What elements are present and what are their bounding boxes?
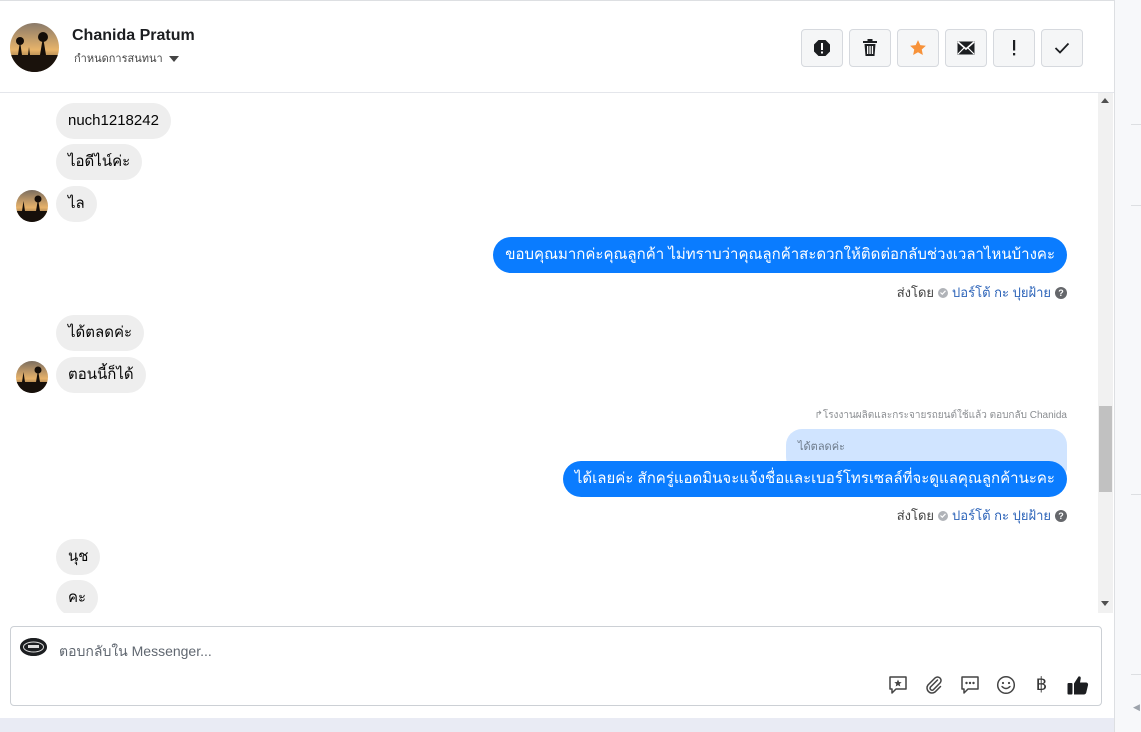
exclamation-icon: [1013, 40, 1016, 56]
assign-label: กำหนดการสนทนา: [74, 53, 163, 65]
caret-down-icon: [168, 56, 179, 63]
like-button[interactable]: [1066, 673, 1089, 696]
reply-context: ↱โรงงานผลิตและกระจายรถยนต์ใช้แล้ว ตอบกลั…: [814, 410, 1067, 421]
contact-name: Chanida Pratum: [72, 27, 195, 44]
incoming-message[interactable]: ตอนนี้ก็ได้: [56, 357, 146, 393]
star-button[interactable]: [897, 29, 939, 67]
check-icon: [1054, 42, 1070, 54]
mark-done-button[interactable]: [1041, 29, 1083, 67]
reply-composer[interactable]: ตอบกลับใน Messenger... ฿: [10, 626, 1102, 706]
report-icon: [814, 40, 830, 56]
incoming-message[interactable]: ไอดีไน์ค่ะ: [56, 144, 143, 180]
quick-reply-button[interactable]: [958, 673, 981, 696]
composer-toolbar: ฿: [886, 673, 1089, 696]
emoji-button[interactable]: [994, 673, 1017, 696]
contact-avatar[interactable]: [10, 23, 59, 72]
help-icon[interactable]: ?: [1055, 286, 1067, 299]
outgoing-message[interactable]: ขอบคุณมากค่ะคุณลูกค้า ไม่ทราบว่าคุณลูกค้…: [493, 237, 1067, 273]
sent-by-label: ส่งโดย: [896, 508, 935, 523]
follow-up-button[interactable]: [993, 29, 1035, 67]
saved-reply-icon: [888, 675, 907, 694]
saved-reply-button[interactable]: [886, 673, 909, 696]
divider: [1131, 494, 1141, 495]
agent-name-link[interactable]: ปอร์โต้ กะ ปุยฝ้าย: [952, 505, 1051, 526]
incoming-message[interactable]: คะ: [56, 580, 99, 613]
header-actions: [801, 29, 1083, 67]
divider: [1131, 205, 1141, 206]
emoji-icon: [996, 675, 1015, 694]
star-icon: [910, 40, 926, 55]
mark-unread-button[interactable]: [945, 29, 987, 67]
report-button[interactable]: [801, 29, 843, 67]
scroll-up-arrow-icon[interactable]: [1101, 98, 1109, 103]
incoming-message[interactable]: นุช: [56, 539, 101, 575]
side-panel-edge: ◀: [1114, 0, 1141, 732]
incoming-message[interactable]: ได้ตลดค่ะ: [56, 315, 145, 351]
chat-bubble-icon: [960, 675, 979, 694]
agent-name-link[interactable]: ปอร์โต้ กะ ปุยฝ้าย: [952, 282, 1051, 303]
payment-button[interactable]: ฿: [1030, 673, 1053, 696]
message-list[interactable]: nuch1218242 ไอดีไน์ค่ะ ไล ขอบคุณมากค่ะคุ…: [0, 93, 1098, 613]
scroll-down-arrow-icon[interactable]: [1101, 601, 1109, 606]
message-scrollbar[interactable]: [1098, 93, 1113, 613]
mail-icon: [957, 41, 975, 55]
contact-avatar-small: [16, 361, 48, 393]
baht-icon: ฿: [1035, 674, 1048, 695]
attach-file-button[interactable]: [922, 673, 945, 696]
divider: [1131, 674, 1141, 675]
delete-button[interactable]: [849, 29, 891, 67]
incoming-message[interactable]: nuch1218242: [56, 103, 171, 139]
verified-icon: [938, 287, 949, 298]
conversation-header: Chanida Pratum กำหนดการสนทนา: [0, 1, 1114, 93]
reply-input[interactable]: ตอบกลับใน Messenger...: [59, 641, 212, 663]
sent-by-label: ส่งโดย: [896, 285, 935, 300]
attachment-icon: [925, 675, 942, 694]
contact-avatar-small: [16, 190, 48, 222]
assign-conversation-dropdown[interactable]: กำหนดการสนทนา: [74, 49, 179, 67]
thumbs-up-icon: [1067, 675, 1088, 694]
conversation-panel: Chanida Pratum กำหนดการสนทนา nuch1218242…: [0, 0, 1114, 718]
help-icon[interactable]: ?: [1055, 509, 1067, 522]
sent-by-line: ส่งโดย ปอร์โต้ กะ ปุยฝ้าย ?: [897, 505, 1067, 526]
page-avatar: [20, 638, 47, 656]
outgoing-message[interactable]: ได้เลยค่ะ สักครู่แอดมินจะแจ้งชื่อและเบอร…: [562, 461, 1067, 497]
verified-icon: [938, 510, 949, 521]
scrollbar-thumb[interactable]: [1099, 406, 1112, 492]
collapse-arrow-icon[interactable]: ◀: [1133, 702, 1140, 713]
sent-by-line: ส่งโดย ปอร์โต้ กะ ปุยฝ้าย ?: [897, 282, 1067, 303]
incoming-message[interactable]: ไล: [56, 186, 97, 222]
divider: [1131, 124, 1141, 125]
trash-icon: [863, 39, 877, 56]
